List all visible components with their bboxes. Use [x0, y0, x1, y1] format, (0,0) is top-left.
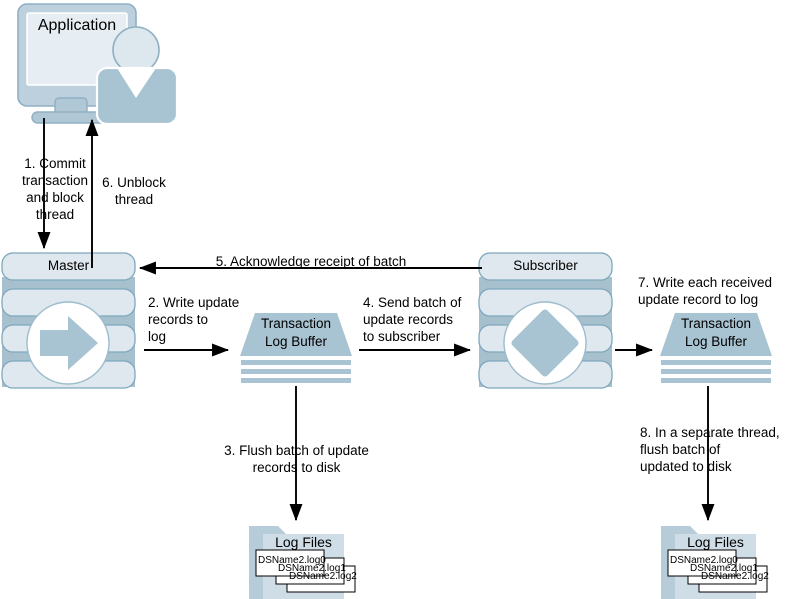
subscriber-database [478, 252, 613, 389]
application-workstation [17, 3, 179, 126]
subscriber-transaction-log-buffer [660, 313, 772, 383]
step-1-label: 1. Commit transaction and block thread [21, 156, 89, 222]
step-7-label: 7. Write each received update record to … [638, 275, 773, 307]
step-2-label: 2. Write update records to log [148, 295, 240, 344]
step-8-label: 8. In a separate thread, flush batch of … [640, 425, 780, 474]
step-4-label: 4. Send batch of update records to subsc… [363, 295, 462, 344]
step-5-label: 5. Acknowledge receipt of batch [215, 254, 407, 269]
step-6-label: 6. Unblock thread [102, 175, 166, 207]
master-database [1, 252, 136, 389]
subscriber-log-file-name-2: DSName2.log2 [701, 571, 769, 582]
step-3-label: 3. Flush batch of update records to disk [224, 443, 369, 475]
master-log-file-name-2: DSName2.log2 [289, 571, 357, 582]
diagram-canvas: Application Master Subscriber Transactio… [0, 0, 795, 599]
